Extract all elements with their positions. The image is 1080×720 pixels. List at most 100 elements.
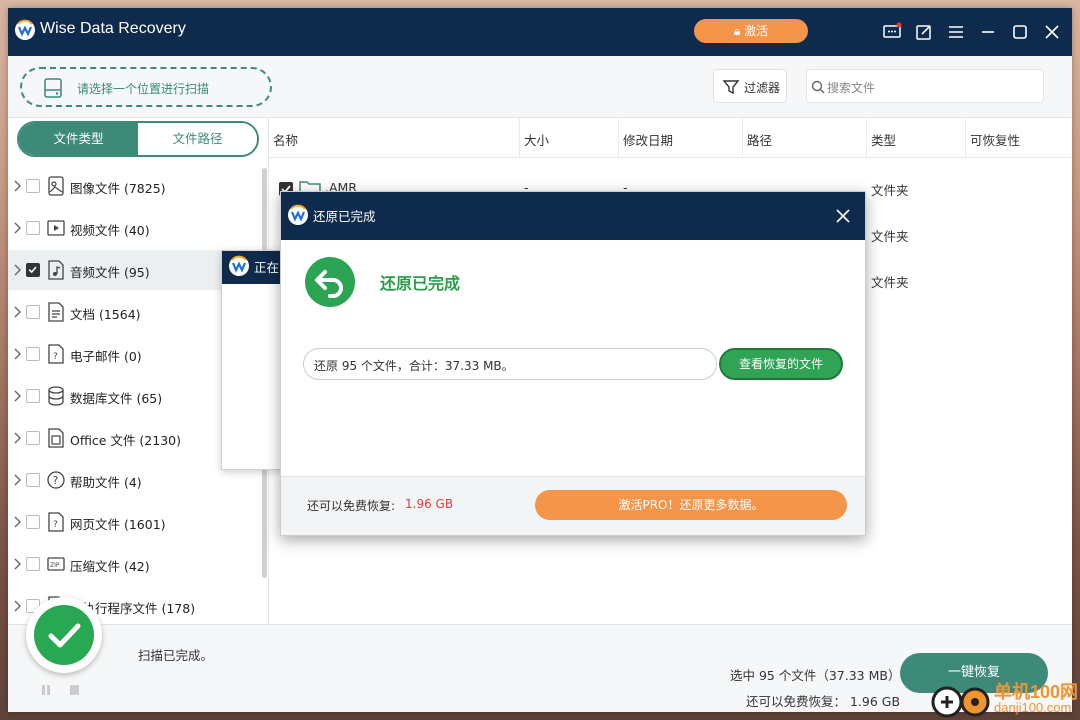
selected-summary: 选中 95 个文件（37.33 MB）: [730, 668, 901, 683]
category-checkbox[interactable]: [26, 221, 40, 235]
activate-label: 激活: [744, 24, 769, 38]
activate-pro-button[interactable]: 激活PRO！还原更多数据。: [535, 490, 847, 520]
free-recover-value: 1.96 GB: [405, 497, 454, 511]
dialog-footer: 还可以免费恢复: 1.96 GB 激活PRO！还原更多数据。: [281, 476, 865, 535]
select-location-button[interactable]: 请选择一个位置进行扫描: [20, 67, 272, 107]
search-input[interactable]: 搜索文件: [806, 69, 1044, 103]
category-checkbox[interactable]: [26, 515, 40, 529]
office-icon: [48, 428, 64, 448]
activate-button[interactable]: 🔒︎ 激活: [694, 19, 808, 43]
sidebar-item-label: 帮助文件 (4): [70, 475, 142, 490]
free-recover-label: 还可以免费恢复:: [307, 499, 396, 513]
app-logo-icon: [15, 19, 35, 40]
menu-icon[interactable]: [946, 22, 966, 42]
dialog-title: 还原已完成: [313, 209, 376, 224]
tab-file-path[interactable]: 文件路径: [138, 123, 257, 155]
dialog-header: 还原已完成: [281, 192, 865, 240]
category-checkbox[interactable]: [26, 179, 40, 193]
column-size[interactable]: 大小: [524, 130, 549, 149]
watermark: 单机100网 danji100.com: [930, 678, 1080, 720]
edit-icon[interactable]: [914, 22, 934, 42]
sidebar-item[interactable]: ? 网页文件 (1601): [8, 502, 260, 542]
category-checkbox[interactable]: [26, 305, 40, 319]
sidebar-item[interactable]: 图像文件 (7825): [8, 166, 260, 206]
view-recovered-files-button[interactable]: 查看恢复的文件: [719, 348, 843, 380]
chevron-right-icon[interactable]: [13, 515, 23, 529]
toolbar: 请选择一个位置进行扫描 过滤器 搜索文件: [8, 56, 1072, 118]
sidebar-item-label: 音频文件 (95): [70, 265, 150, 280]
chevron-right-icon[interactable]: [13, 473, 23, 487]
chevron-right-icon[interactable]: [13, 557, 23, 571]
sidebar-item-label: 文档 (1564): [70, 307, 141, 322]
scan-status-text: 扫描已完成。: [138, 648, 214, 663]
category-checkbox[interactable]: [26, 389, 40, 403]
status-bar: 扫描已完成。 选中 95 个文件（37.33 MB） 还可以免费恢复： 1.96…: [8, 597, 1072, 712]
maximize-icon[interactable]: [1010, 22, 1030, 42]
category-checkbox[interactable]: [26, 431, 40, 445]
chevron-right-icon[interactable]: [13, 347, 23, 361]
chevron-right-icon[interactable]: [13, 389, 23, 403]
column-name[interactable]: 名称: [273, 130, 298, 149]
filter-button[interactable]: 过滤器: [713, 69, 787, 103]
category-checkbox[interactable]: [26, 263, 40, 277]
restore-icon: [305, 257, 355, 307]
svg-text:?: ?: [53, 520, 58, 530]
minimize-icon[interactable]: [978, 22, 998, 42]
chevron-right-icon[interactable]: [13, 305, 23, 319]
sidebar-item[interactable]: 视频文件 (40): [8, 208, 260, 248]
feedback-icon[interactable]: [882, 22, 902, 42]
pause-icon-bar: [47, 685, 50, 695]
chevron-right-icon[interactable]: [13, 599, 23, 613]
pause-icon[interactable]: [42, 685, 45, 695]
cell-type: 文件夹: [871, 229, 909, 244]
tab-file-type[interactable]: 文件类型: [19, 123, 138, 155]
sidebar-item-label: 数据库文件 (65): [70, 391, 163, 406]
check-icon: [28, 266, 37, 274]
stop-icon[interactable]: [70, 685, 79, 695]
dialog-close-icon[interactable]: [835, 208, 851, 224]
lock-icon: 🔒︎: [733, 24, 745, 38]
view-toggle: 文件类型 文件路径: [17, 121, 259, 157]
scan-complete-badge: [26, 597, 102, 673]
app-logo-icon: [288, 204, 308, 225]
image-icon: [48, 176, 64, 196]
svg-text:?: ?: [53, 352, 58, 362]
column-recoverability[interactable]: 可恢复性: [970, 130, 1020, 149]
search-placeholder: 搜索文件: [827, 81, 876, 95]
sidebar-item-label: 视频文件 (40): [70, 223, 150, 238]
chevron-right-icon[interactable]: [13, 179, 23, 193]
search-icon: [811, 80, 825, 94]
title-bar: Wise Data Recovery 🔒︎ 激活: [8, 8, 1072, 56]
sidebar-item-label: 网页文件 (1601): [70, 517, 166, 532]
table-header: 名称 大小 修改日期 路径 类型 可恢复性: [269, 118, 1072, 158]
cell-type: 文件夹: [871, 275, 909, 290]
database-icon: [48, 386, 64, 406]
column-type[interactable]: 类型: [871, 130, 896, 149]
sidebar-item[interactable]: ZIP 压缩文件 (42): [8, 544, 260, 584]
category-checkbox[interactable]: [26, 347, 40, 361]
sidebar-item-label: Office 文件 (2130): [70, 433, 181, 448]
svg-text:ZIP: ZIP: [50, 562, 60, 569]
select-location-label: 请选择一个位置进行扫描: [77, 82, 210, 96]
category-checkbox[interactable]: [26, 557, 40, 571]
checkmark-icon: [48, 623, 81, 648]
app-title: Wise Data Recovery: [40, 20, 186, 37]
drive-icon: [44, 78, 62, 98]
category-checkbox[interactable]: [26, 473, 40, 487]
restore-complete-dialog: 还原已完成 还原已完成 还原 95 个文件，合计：37.33 MB。 查看恢复的…: [280, 191, 866, 536]
progress-dialog-title: 正在: [254, 260, 280, 275]
svg-text:?: ?: [53, 474, 59, 487]
chevron-right-icon[interactable]: [13, 221, 23, 235]
watermark-url: danji100.com: [994, 700, 1072, 715]
filter-icon: [722, 80, 740, 95]
sidebar-item-label: 压缩文件 (42): [70, 559, 150, 574]
help-icon: ?: [47, 471, 65, 489]
close-icon[interactable]: [1042, 22, 1062, 42]
watermark-logo-icon: [931, 686, 990, 718]
restore-summary-text: 还原 95 个文件，合计：37.33 MB。: [314, 359, 514, 373]
column-date[interactable]: 修改日期: [623, 130, 673, 149]
chevron-right-icon[interactable]: [13, 263, 23, 277]
web-icon: ?: [48, 512, 64, 532]
column-path[interactable]: 路径: [747, 130, 772, 149]
chevron-right-icon[interactable]: [13, 431, 23, 445]
